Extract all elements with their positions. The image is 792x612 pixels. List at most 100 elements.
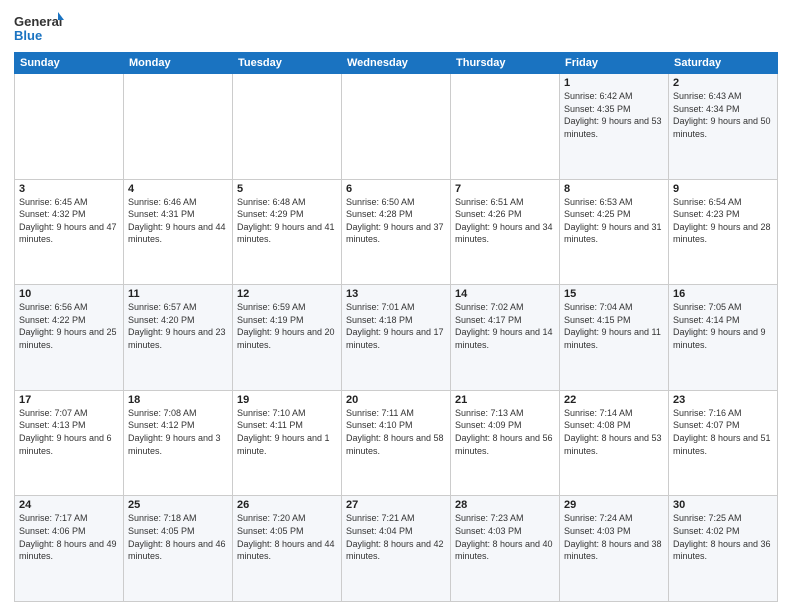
day-number: 5 [237,183,337,195]
calendar-cell: 18Sunrise: 7:08 AM Sunset: 4:12 PM Dayli… [124,390,233,496]
day-number: 30 [673,499,773,511]
calendar-cell [15,74,124,180]
day-number: 24 [19,499,119,511]
calendar-cell: 30Sunrise: 7:25 AM Sunset: 4:02 PM Dayli… [669,496,778,602]
day-info: Sunrise: 7:23 AM Sunset: 4:03 PM Dayligh… [455,512,555,562]
calendar-cell: 15Sunrise: 7:04 AM Sunset: 4:15 PM Dayli… [560,285,669,391]
day-info: Sunrise: 7:08 AM Sunset: 4:12 PM Dayligh… [128,407,228,457]
day-info: Sunrise: 7:11 AM Sunset: 4:10 PM Dayligh… [346,407,446,457]
svg-text:General: General [14,14,62,29]
day-number: 15 [564,288,664,300]
day-number: 18 [128,394,228,406]
day-info: Sunrise: 7:05 AM Sunset: 4:14 PM Dayligh… [673,301,773,351]
day-info: Sunrise: 7:04 AM Sunset: 4:15 PM Dayligh… [564,301,664,351]
day-info: Sunrise: 7:16 AM Sunset: 4:07 PM Dayligh… [673,407,773,457]
day-info: Sunrise: 7:24 AM Sunset: 4:03 PM Dayligh… [564,512,664,562]
day-number: 13 [346,288,446,300]
weekday-header-tuesday: Tuesday [233,53,342,74]
day-number: 17 [19,394,119,406]
day-number: 26 [237,499,337,511]
calendar-cell: 24Sunrise: 7:17 AM Sunset: 4:06 PM Dayli… [15,496,124,602]
weekday-header-monday: Monday [124,53,233,74]
day-info: Sunrise: 7:20 AM Sunset: 4:05 PM Dayligh… [237,512,337,562]
week-row-4: 17Sunrise: 7:07 AM Sunset: 4:13 PM Dayli… [15,390,778,496]
calendar-cell: 19Sunrise: 7:10 AM Sunset: 4:11 PM Dayli… [233,390,342,496]
day-number: 22 [564,394,664,406]
calendar-cell [342,74,451,180]
day-number: 14 [455,288,555,300]
day-info: Sunrise: 6:45 AM Sunset: 4:32 PM Dayligh… [19,196,119,246]
day-number: 28 [455,499,555,511]
day-info: Sunrise: 6:54 AM Sunset: 4:23 PM Dayligh… [673,196,773,246]
day-number: 16 [673,288,773,300]
day-number: 4 [128,183,228,195]
day-info: Sunrise: 6:50 AM Sunset: 4:28 PM Dayligh… [346,196,446,246]
day-number: 27 [346,499,446,511]
calendar-cell: 12Sunrise: 6:59 AM Sunset: 4:19 PM Dayli… [233,285,342,391]
calendar-cell: 1Sunrise: 6:42 AM Sunset: 4:35 PM Daylig… [560,74,669,180]
calendar-cell: 7Sunrise: 6:51 AM Sunset: 4:26 PM Daylig… [451,179,560,285]
calendar-cell: 4Sunrise: 6:46 AM Sunset: 4:31 PM Daylig… [124,179,233,285]
day-number: 10 [19,288,119,300]
calendar-cell: 11Sunrise: 6:57 AM Sunset: 4:20 PM Dayli… [124,285,233,391]
day-number: 20 [346,394,446,406]
calendar-cell: 6Sunrise: 6:50 AM Sunset: 4:28 PM Daylig… [342,179,451,285]
svg-text:Blue: Blue [14,28,42,43]
day-info: Sunrise: 7:10 AM Sunset: 4:11 PM Dayligh… [237,407,337,457]
day-info: Sunrise: 7:01 AM Sunset: 4:18 PM Dayligh… [346,301,446,351]
day-number: 8 [564,183,664,195]
calendar-cell: 2Sunrise: 6:43 AM Sunset: 4:34 PM Daylig… [669,74,778,180]
day-number: 23 [673,394,773,406]
calendar-cell: 3Sunrise: 6:45 AM Sunset: 4:32 PM Daylig… [15,179,124,285]
calendar-cell: 29Sunrise: 7:24 AM Sunset: 4:03 PM Dayli… [560,496,669,602]
weekday-header-saturday: Saturday [669,53,778,74]
day-info: Sunrise: 7:02 AM Sunset: 4:17 PM Dayligh… [455,301,555,351]
day-number: 7 [455,183,555,195]
day-info: Sunrise: 7:14 AM Sunset: 4:08 PM Dayligh… [564,407,664,457]
calendar-cell: 10Sunrise: 6:56 AM Sunset: 4:22 PM Dayli… [15,285,124,391]
day-number: 29 [564,499,664,511]
calendar-cell: 16Sunrise: 7:05 AM Sunset: 4:14 PM Dayli… [669,285,778,391]
calendar-cell: 14Sunrise: 7:02 AM Sunset: 4:17 PM Dayli… [451,285,560,391]
calendar-cell: 23Sunrise: 7:16 AM Sunset: 4:07 PM Dayli… [669,390,778,496]
day-info: Sunrise: 6:57 AM Sunset: 4:20 PM Dayligh… [128,301,228,351]
calendar-cell [124,74,233,180]
calendar-cell [451,74,560,180]
week-row-3: 10Sunrise: 6:56 AM Sunset: 4:22 PM Dayli… [15,285,778,391]
calendar-cell: 9Sunrise: 6:54 AM Sunset: 4:23 PM Daylig… [669,179,778,285]
day-info: Sunrise: 7:13 AM Sunset: 4:09 PM Dayligh… [455,407,555,457]
day-info: Sunrise: 6:51 AM Sunset: 4:26 PM Dayligh… [455,196,555,246]
day-info: Sunrise: 6:59 AM Sunset: 4:19 PM Dayligh… [237,301,337,351]
day-number: 21 [455,394,555,406]
calendar-cell: 26Sunrise: 7:20 AM Sunset: 4:05 PM Dayli… [233,496,342,602]
day-info: Sunrise: 6:46 AM Sunset: 4:31 PM Dayligh… [128,196,228,246]
logo: General Blue [14,10,64,46]
calendar-table: SundayMondayTuesdayWednesdayThursdayFrid… [14,52,778,602]
week-row-2: 3Sunrise: 6:45 AM Sunset: 4:32 PM Daylig… [15,179,778,285]
calendar-cell: 8Sunrise: 6:53 AM Sunset: 4:25 PM Daylig… [560,179,669,285]
weekday-header-thursday: Thursday [451,53,560,74]
calendar-cell: 28Sunrise: 7:23 AM Sunset: 4:03 PM Dayli… [451,496,560,602]
day-info: Sunrise: 6:56 AM Sunset: 4:22 PM Dayligh… [19,301,119,351]
day-number: 9 [673,183,773,195]
day-info: Sunrise: 7:25 AM Sunset: 4:02 PM Dayligh… [673,512,773,562]
weekday-header-wednesday: Wednesday [342,53,451,74]
weekday-header-sunday: Sunday [15,53,124,74]
logo-svg: General Blue [14,10,64,46]
header: General Blue [14,10,778,46]
day-number: 6 [346,183,446,195]
weekday-header-row: SundayMondayTuesdayWednesdayThursdayFrid… [15,53,778,74]
calendar-cell: 5Sunrise: 6:48 AM Sunset: 4:29 PM Daylig… [233,179,342,285]
day-number: 25 [128,499,228,511]
calendar-cell: 25Sunrise: 7:18 AM Sunset: 4:05 PM Dayli… [124,496,233,602]
weekday-header-friday: Friday [560,53,669,74]
day-number: 3 [19,183,119,195]
page: General Blue SundayMondayTuesdayWednesda… [0,0,792,612]
day-info: Sunrise: 6:43 AM Sunset: 4:34 PM Dayligh… [673,90,773,140]
day-number: 2 [673,77,773,89]
day-info: Sunrise: 7:07 AM Sunset: 4:13 PM Dayligh… [19,407,119,457]
day-info: Sunrise: 6:48 AM Sunset: 4:29 PM Dayligh… [237,196,337,246]
week-row-1: 1Sunrise: 6:42 AM Sunset: 4:35 PM Daylig… [15,74,778,180]
calendar-cell: 21Sunrise: 7:13 AM Sunset: 4:09 PM Dayli… [451,390,560,496]
calendar-cell: 17Sunrise: 7:07 AM Sunset: 4:13 PM Dayli… [15,390,124,496]
